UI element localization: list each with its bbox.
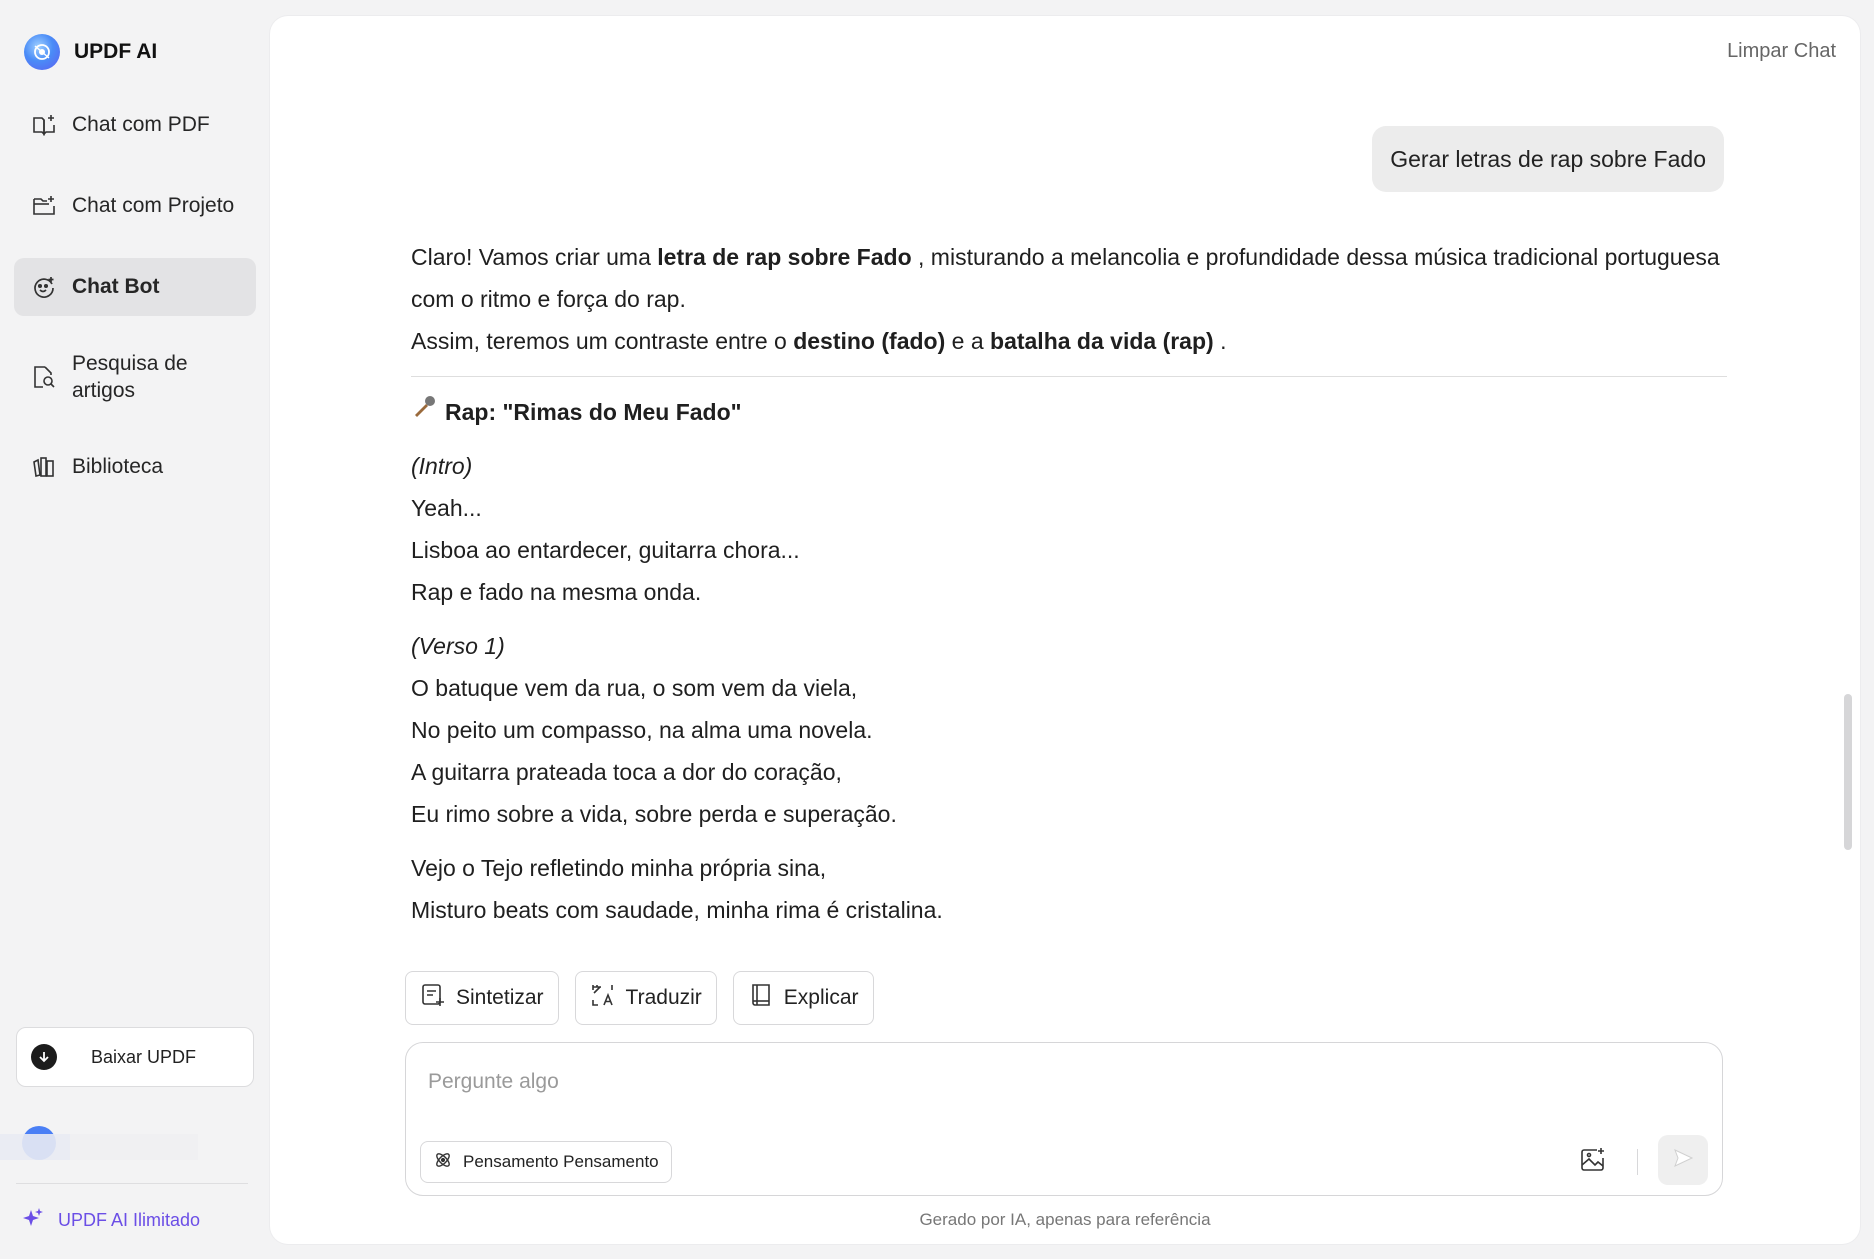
sidebar-item-label: Pesquisa de artigos <box>72 352 188 402</box>
disclaimer: Gerado por IA, apenas para referência <box>919 1210 1211 1229</box>
divider <box>411 376 1727 377</box>
sidebar-item-label: Chat com Projeto <box>72 194 235 217</box>
sidebar-item-chat-projeto[interactable]: Chat com Projeto <box>14 177 256 235</box>
clear-chat-button[interactable]: Limpar Chat <box>1727 40 1836 63</box>
app-window: UPDF AI Chat com PDF Chat com Projeto Ch… <box>0 0 1874 1259</box>
lyric-line: Rap e fado na mesma onda. <box>411 579 702 605</box>
unlimited-link[interactable]: UPDF AI Ilimitado <box>22 1207 200 1234</box>
answer-contrast: Assim, teremos um contraste entre o dest… <box>411 328 1227 354</box>
scrollbar[interactable] <box>1844 694 1852 850</box>
message-composer: Pensamento Pensamento <box>405 1042 1723 1196</box>
assistant-answer: Claro! Vamos criar uma letra de rap sobr… <box>411 236 1727 966</box>
sidebar-item-chat-pdf[interactable]: Chat com PDF <box>14 96 256 154</box>
sidebar-item-label: Chat Bot <box>72 275 160 298</box>
image-upload-icon <box>1579 1146 1607 1179</box>
send-icon <box>1672 1147 1694 1174</box>
sidebar-item-label: Chat com PDF <box>72 113 210 136</box>
lyric-line: Lisboa ao entardecer, guitarra chora... <box>411 537 800 563</box>
sidebar-item-chat-bot[interactable]: Chat Bot <box>14 258 256 316</box>
brand[interactable]: UPDF AI <box>24 34 157 70</box>
sparkle-icon <box>22 1207 44 1234</box>
lyric-line: Eu rimo sobre a vida, sobre perda e supe… <box>411 801 897 827</box>
user-account[interactable] <box>0 1124 200 1164</box>
intro-label: (Intro) <box>411 453 473 479</box>
brand-name: UPDF AI <box>74 40 158 63</box>
lyric-line: A guitarra prateada toca a dor do coraçã… <box>411 759 842 785</box>
lyric-line: Misturo beats com saudade, minha rima é … <box>411 897 943 923</box>
divider <box>16 1183 248 1184</box>
download-button[interactable]: Baixar UPDF <box>16 1027 254 1087</box>
sidebar: UPDF AI Chat com PDF Chat com Projeto Ch… <box>0 0 270 1259</box>
bot-face-icon <box>30 273 58 301</box>
quick-actions: Sintetizar Traduzir Explicar <box>405 971 874 1025</box>
sidebar-item-biblioteca[interactable]: Biblioteca <box>14 438 256 496</box>
message-input[interactable] <box>428 1065 1428 1099</box>
answer-intro: Claro! Vamos criar uma letra de rap sobr… <box>411 244 1720 312</box>
unlimited-label: UPDF AI Ilimitado <box>58 1210 201 1230</box>
redacted-block <box>0 1134 70 1160</box>
verse-label: (Verso 1) <box>411 633 505 659</box>
sidebar-item-pesquisa-artigos[interactable]: Pesquisa de artigos <box>14 339 256 415</box>
chat-panel: Limpar Chat Gerar letras de rap sobre Fa… <box>270 16 1860 1244</box>
microphone-icon <box>411 391 437 433</box>
summarize-button[interactable]: Sintetizar <box>405 971 559 1025</box>
thinking-toggle[interactable]: Pensamento Pensamento <box>420 1141 672 1183</box>
translate-button[interactable]: Traduzir <box>574 971 717 1025</box>
download-icon <box>31 1044 57 1070</box>
lyric-line: Yeah... <box>411 495 482 521</box>
image-upload-button[interactable] <box>1576 1145 1610 1179</box>
send-button[interactable] <box>1658 1135 1708 1185</box>
download-label: Baixar UPDF <box>91 1046 197 1067</box>
user-message: Gerar letras de rap sobre Fado <box>1372 126 1724 192</box>
lyric-line: No peito um compasso, na alma uma novela… <box>411 717 873 743</box>
sidebar-item-label: Biblioteca <box>72 455 164 478</box>
folder-sparkle-icon <box>30 192 58 220</box>
lyric-line: O batuque vem da rua, o som vem da viela… <box>411 675 858 701</box>
song-title: Rap: "Rimas do Meu Fado" <box>411 391 1727 433</box>
updf-logo-icon <box>24 34 60 70</box>
library-icon <box>30 453 58 481</box>
lyric-line: Vejo o Tejo refletindo minha própria sin… <box>411 855 827 881</box>
document-search-icon <box>30 363 58 391</box>
explain-button[interactable]: Explicar <box>732 971 874 1025</box>
sidebar-nav: Chat com PDF Chat com Projeto Chat Bot P… <box>14 96 256 519</box>
book-sparkle-icon <box>30 111 58 139</box>
book-icon <box>748 982 774 1014</box>
summarize-icon <box>420 982 446 1014</box>
atom-icon <box>433 1150 453 1175</box>
translate-icon <box>590 982 616 1014</box>
divider <box>1637 1149 1638 1175</box>
redacted-block <box>70 1134 198 1160</box>
